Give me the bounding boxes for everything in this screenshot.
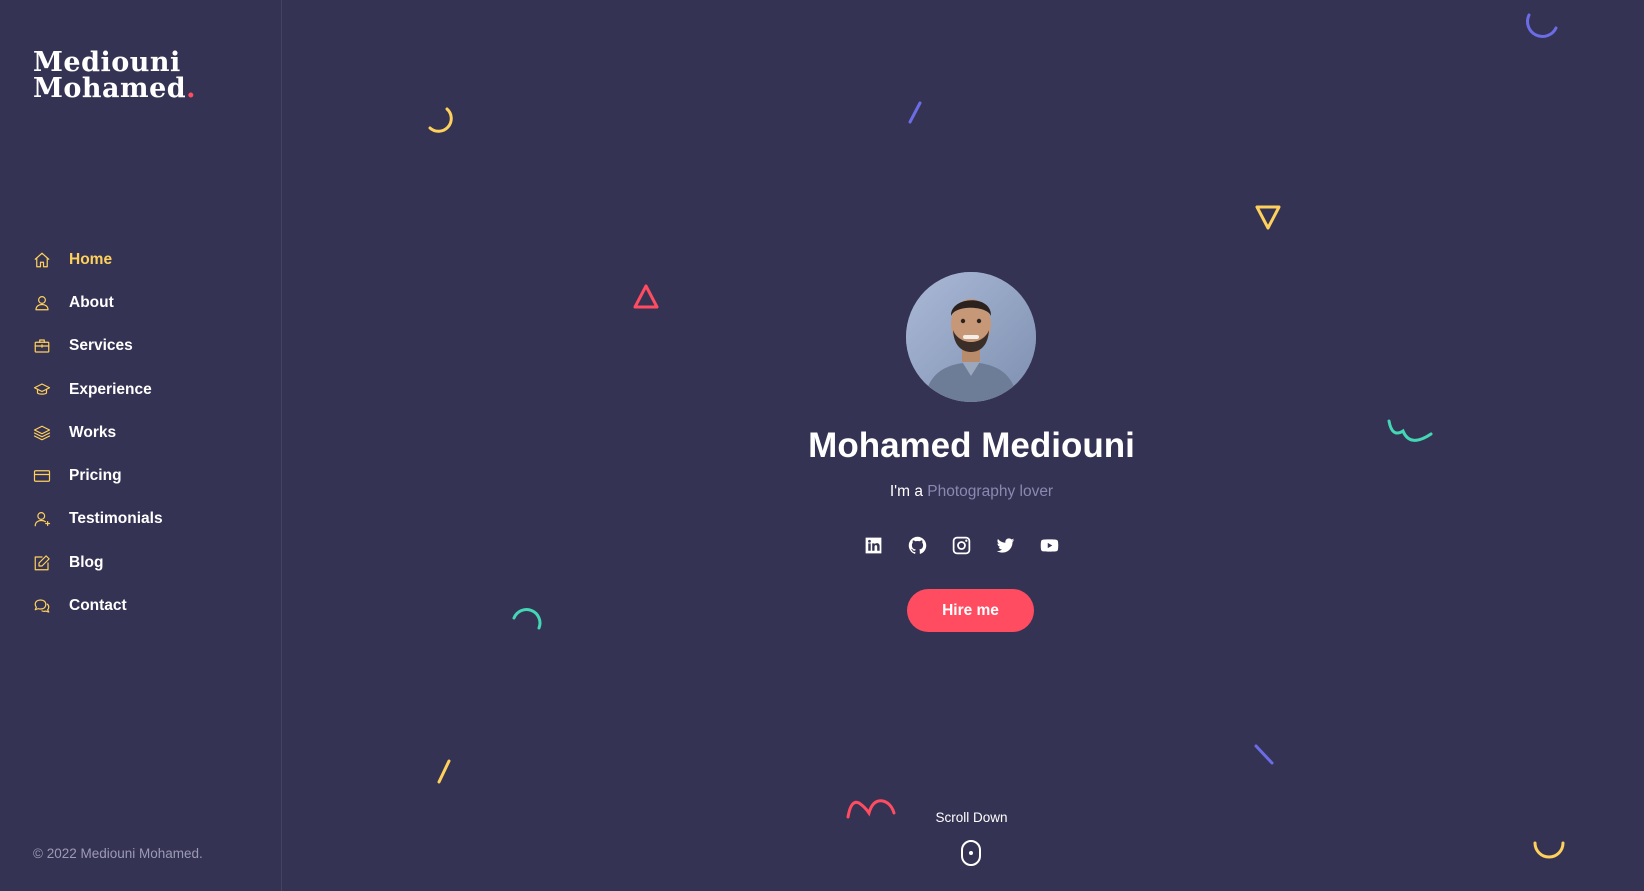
hero-name: Mohamed Mediouni	[808, 426, 1135, 465]
nav-label-blog: Blog	[69, 553, 104, 571]
decor-semicircle-yellow	[428, 106, 458, 136]
credit-card-icon	[32, 467, 51, 486]
nav-label-testimonials: Testimonials	[69, 510, 163, 528]
nav-item-contact[interactable]: Contact	[32, 584, 163, 627]
briefcase-icon	[32, 337, 51, 356]
edit-icon	[32, 553, 51, 572]
twitter-icon[interactable]	[995, 535, 1016, 556]
copyright-text: © 2022 Mediouni Mohamed.	[33, 846, 203, 861]
nav-label-experience: Experience	[69, 380, 152, 398]
decor-line-purple-2	[1253, 743, 1275, 767]
nav-item-about[interactable]: About	[32, 281, 163, 324]
hero-tagline: I'm a Photography lover	[283, 483, 1644, 501]
hero-section: Mohamed Mediouni I'm a Photography lover…	[283, 0, 1644, 891]
decor-semicircle-yellow-2	[1531, 835, 1569, 863]
decor-line-purple	[907, 101, 923, 125]
user-icon	[32, 293, 51, 312]
nav-item-services[interactable]: Services	[32, 325, 163, 368]
nav-item-home[interactable]: Home	[32, 238, 163, 281]
tagline-typed-text: Photography lover	[927, 483, 1054, 500]
nav-label-services: Services	[69, 337, 133, 355]
logo-dot: .	[186, 73, 197, 104]
mouse-scroll-icon[interactable]	[961, 840, 981, 866]
nav-item-pricing[interactable]: Pricing	[32, 454, 163, 497]
scroll-down-label: Scroll Down	[935, 810, 1008, 825]
site-logo[interactable]: Mediouni Mohamed.	[33, 49, 197, 104]
nav-item-experience[interactable]: Experience	[32, 368, 163, 411]
nav-label-contact: Contact	[69, 597, 127, 615]
decor-semicircle-purple	[1526, 10, 1560, 38]
github-icon[interactable]	[907, 535, 928, 556]
hire-me-button[interactable]: Hire me	[907, 589, 1034, 632]
chat-icon	[32, 597, 51, 616]
social-links	[863, 535, 1060, 556]
linkedin-icon[interactable]	[863, 535, 884, 556]
tagline-prefix: I'm a	[889, 483, 928, 500]
user-voice-icon	[32, 510, 51, 529]
nav-label-home: Home	[69, 250, 113, 268]
home-icon	[32, 250, 51, 269]
youtube-icon[interactable]	[1039, 535, 1060, 556]
decor-triangle-yellow	[1254, 204, 1282, 230]
nav-item-testimonials[interactable]: Testimonials	[32, 498, 163, 541]
nav-label-pricing: Pricing	[69, 467, 122, 485]
layers-icon	[32, 423, 51, 442]
graduation-cap-icon	[32, 380, 51, 399]
main-nav: Home About Services Experience Works Pri…	[32, 238, 163, 628]
decor-arc-teal	[510, 606, 544, 634]
instagram-icon[interactable]	[951, 535, 972, 556]
decor-triangle-red	[632, 283, 660, 309]
nav-label-about: About	[69, 293, 114, 311]
nav-item-works[interactable]: Works	[32, 411, 163, 454]
sidebar: Mediouni Mohamed. Home About Services Ex…	[0, 0, 282, 891]
logo-line-2: Mohamed	[33, 73, 187, 104]
decor-line-yellow	[436, 759, 452, 785]
nav-label-works: Works	[69, 423, 117, 441]
profile-avatar	[906, 272, 1036, 402]
nav-item-blog[interactable]: Blog	[32, 541, 163, 584]
